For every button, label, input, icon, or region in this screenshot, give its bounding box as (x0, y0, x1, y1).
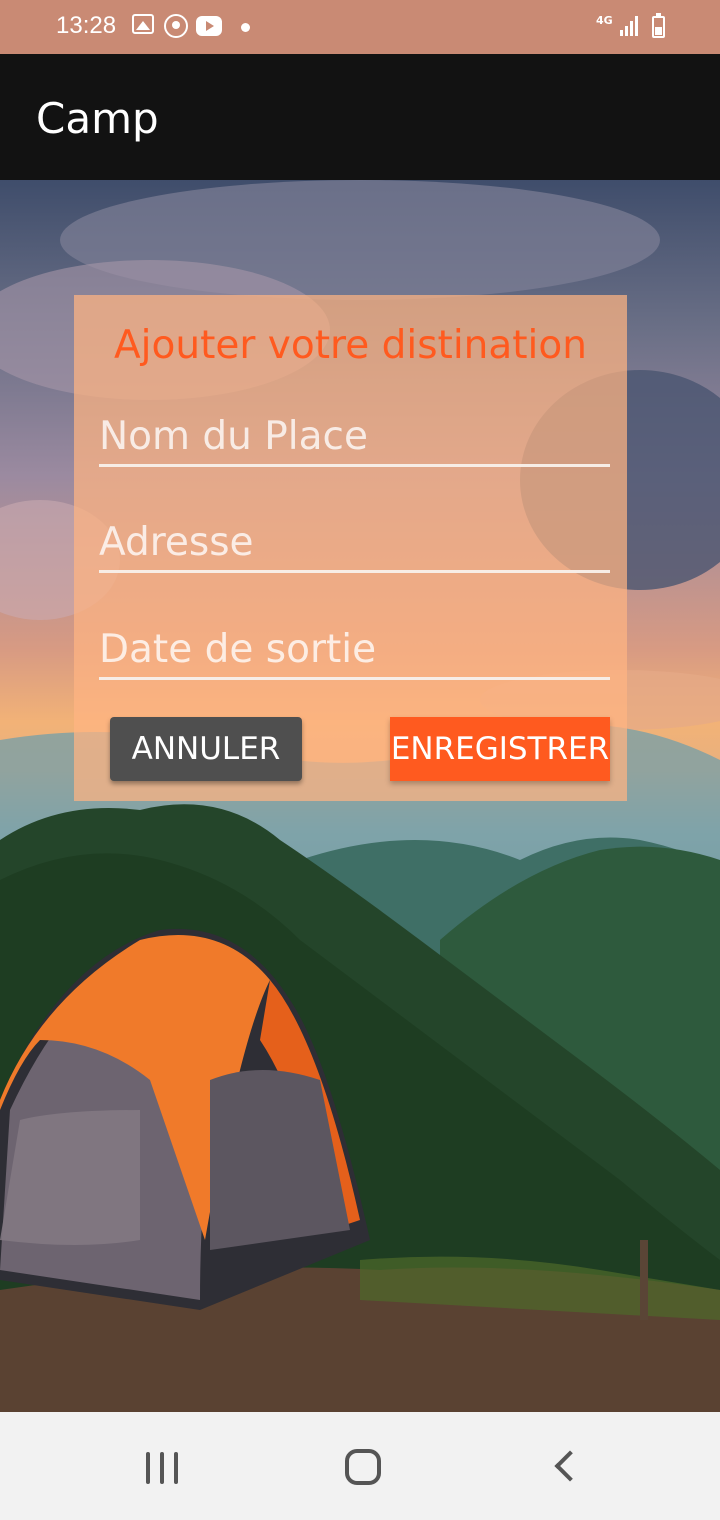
screen: 13:28 4G Camp Ajouter votre distination … (0, 0, 720, 1520)
status-time: 13:28 (56, 12, 117, 39)
signal-icon (620, 16, 640, 36)
address-field[interactable]: Adresse (99, 521, 610, 573)
whatsapp-icon (164, 14, 188, 38)
add-destination-form: Ajouter votre distination Nom du Place A… (74, 295, 627, 801)
recents-icon[interactable] (146, 1452, 180, 1484)
battery-icon (652, 13, 665, 38)
status-bar: 13:28 4G (0, 0, 720, 54)
exit-date-field[interactable]: Date de sortie (99, 628, 610, 680)
cancel-button[interactable]: ANNULER (110, 717, 302, 781)
place-name-field[interactable]: Nom du Place (99, 415, 610, 467)
notification-dot-icon (241, 23, 250, 32)
form-title: Ajouter votre distination (114, 323, 587, 368)
save-button[interactable]: ENREGISTRER (390, 717, 610, 781)
navigation-bar (0, 1412, 720, 1520)
back-icon[interactable] (554, 1450, 586, 1482)
home-icon[interactable] (345, 1449, 381, 1485)
youtube-icon (196, 16, 222, 36)
network-label: 4G (596, 14, 613, 27)
app-title: Camp (36, 94, 159, 143)
gallery-icon (132, 14, 154, 34)
app-bar: Camp (0, 54, 720, 180)
